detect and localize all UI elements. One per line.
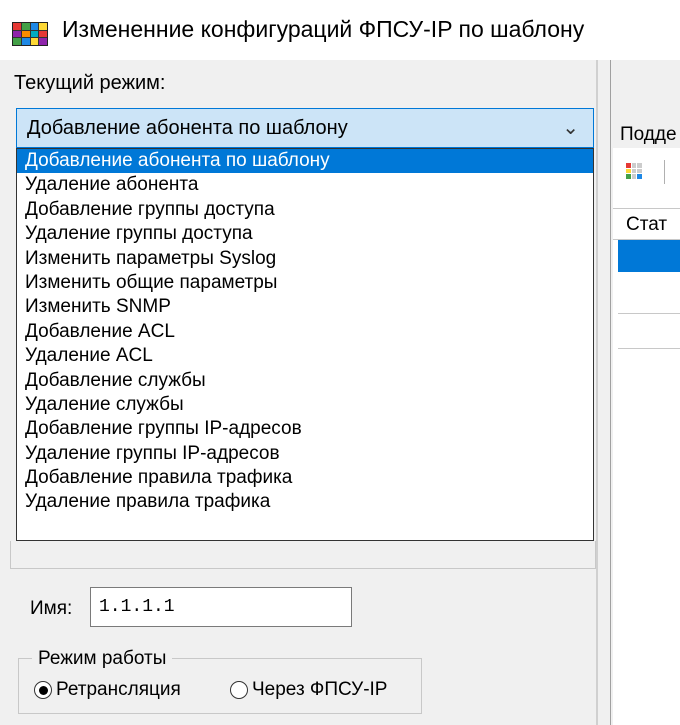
title-bar: Измененние конфигураций ФПСУ-IP по шабло… [0,0,680,60]
radio-via-fpsu[interactable]: Через ФПСУ-IP [230,679,387,701]
right-panel-label: Подде [620,124,677,145]
mode-combobox[interactable]: Добавление абонента по шаблону ⌄ [16,108,594,148]
dropdown-item[interactable]: Изменить параметры Syslog [17,247,593,271]
dropdown-item[interactable]: Удаление правила трафика [17,490,593,514]
dropdown-item[interactable]: Удаление группы доступа [17,222,593,246]
right-panel-border [610,60,611,725]
mode-dropdown-list[interactable]: Добавление абонента по шаблону Удаление … [16,148,594,541]
name-label: Имя: [30,598,73,619]
radio-relay[interactable]: Ретрансляция [34,679,181,701]
chevron-down-icon[interactable]: ⌄ [562,115,579,140]
dropdown-item[interactable]: Добавление группы доступа [17,198,593,222]
dropdown-item[interactable]: Добавление службы [17,369,593,393]
grid-app-icon [12,22,48,46]
radio-checked-icon[interactable] [34,681,52,699]
current-mode-label: Текущий режим: [14,72,166,94]
dropdown-item[interactable]: Изменить SNMP [17,295,593,319]
dropdown-item[interactable]: Добавление ACL [17,320,593,344]
columns-icon[interactable] [626,163,642,179]
toolbar-separator [664,160,665,184]
dropdown-item[interactable]: Удаление службы [17,393,593,417]
radio-unchecked-icon[interactable] [230,681,248,699]
dropdown-item[interactable]: Удаление группы IP-адресов [17,442,593,466]
radio-relay-label: Ретрансляция [56,679,181,700]
dropdown-item[interactable]: Изменить общие параметры [17,271,593,295]
name-input[interactable] [90,587,352,627]
dropdown-item[interactable]: Добавление группы IP-адресов [17,417,593,441]
table-row[interactable] [618,240,680,272]
dropdown-item[interactable]: Удаление ACL [17,344,593,368]
mode-combobox-value: Добавление абонента по шаблону [27,117,348,139]
dropdown-item[interactable]: Добавление правила трафика [17,466,593,490]
settings-frame [10,541,596,569]
dropdown-item[interactable]: Добавление абонента по шаблону [17,149,593,174]
work-mode-title: Режим работы [32,648,173,670]
radio-via-fpsu-label: Через ФПСУ-IP [252,679,388,700]
grid-line [618,313,680,314]
window-title: Измененние конфигураций ФПСУ-IP по шабло… [62,16,585,42]
dropdown-item[interactable]: Удаление абонента [17,173,593,197]
grid-line [618,348,680,349]
grid-column-status[interactable]: Стат [626,214,667,236]
